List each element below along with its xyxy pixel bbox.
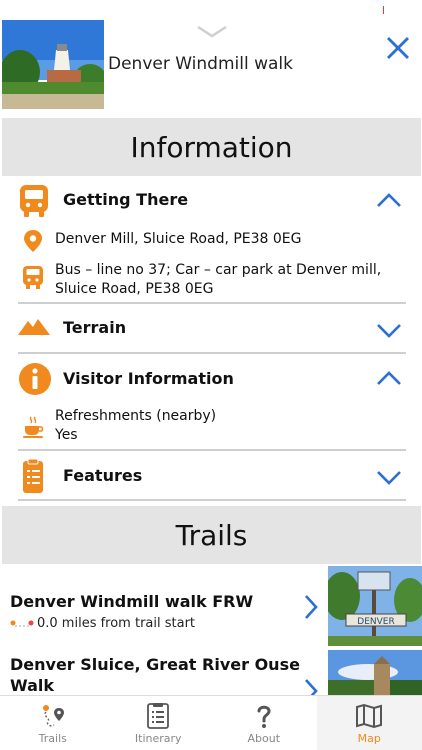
close-icon[interactable] bbox=[384, 34, 412, 62]
info-icon bbox=[19, 363, 51, 395]
itinerary-icon bbox=[147, 703, 170, 729]
tab-about[interactable]: About bbox=[211, 696, 317, 750]
chevron-down-icon[interactable] bbox=[376, 322, 402, 338]
location-pin-icon bbox=[24, 230, 42, 252]
visitor-information-label: Visitor Information bbox=[63, 369, 234, 388]
tab-trails[interactable]: Trails bbox=[0, 696, 106, 750]
coffee-cup-icon bbox=[23, 416, 44, 438]
drag-handle-icon[interactable] bbox=[196, 24, 228, 40]
trail-list-item[interactable]: Denver Windmill walk FRW 0.0 miles from … bbox=[0, 566, 422, 650]
svg-text:DENVER: DENVER bbox=[357, 617, 394, 627]
trail-thumbnail bbox=[328, 650, 422, 695]
divider bbox=[18, 499, 406, 501]
divider bbox=[18, 302, 406, 304]
map-icon bbox=[356, 703, 383, 729]
trail-name: Denver Sluice, Great River Ouse Walk bbox=[10, 655, 300, 695]
divider bbox=[18, 352, 406, 354]
bus-icon bbox=[20, 185, 48, 217]
address-text: Denver Mill, Sluice Road, PE38 0EG bbox=[55, 231, 302, 247]
status-strip bbox=[0, 0, 422, 20]
address-detail: Denver Mill, Sluice Road, PE38 0EG bbox=[22, 228, 402, 254]
tab-label: Itinerary bbox=[134, 732, 182, 745]
tab-label: About bbox=[247, 732, 281, 745]
trail-thumbnail: DENVER bbox=[328, 566, 422, 646]
route-pins-icon bbox=[10, 620, 34, 626]
bus-icon bbox=[23, 266, 43, 289]
trail-header: Denver Windmill walk bbox=[0, 20, 422, 112]
section-features[interactable]: Features bbox=[18, 457, 406, 495]
transport-detail: Bus – line no 37; Car – car park at Denv… bbox=[22, 261, 402, 301]
section-getting-there[interactable]: Getting There bbox=[18, 182, 406, 220]
chevron-right-icon[interactable] bbox=[303, 678, 319, 695]
divider bbox=[18, 449, 406, 451]
bottom-tab-bar: Trails Itinerary About Map bbox=[0, 695, 422, 750]
section-visitor-information[interactable]: Visitor Information bbox=[18, 360, 406, 398]
trail-distance-text: 0.0 miles from trail start bbox=[37, 616, 196, 631]
terrain-label: Terrain bbox=[63, 318, 127, 337]
section-terrain[interactable]: Terrain bbox=[18, 310, 406, 348]
tab-itinerary[interactable]: Itinerary bbox=[106, 696, 212, 750]
information-heading: Information bbox=[2, 118, 421, 176]
clipboard-icon bbox=[23, 458, 43, 493]
tab-map[interactable]: Map bbox=[316, 696, 422, 750]
question-mark-icon bbox=[257, 705, 271, 728]
windmill-thumbnail bbox=[2, 20, 104, 109]
chevron-up-icon[interactable] bbox=[376, 370, 402, 386]
chevron-right-icon[interactable] bbox=[303, 594, 319, 620]
refreshments-detail: Refreshments (nearby) Yes bbox=[22, 407, 402, 447]
trail-title: Denver Windmill walk bbox=[108, 54, 293, 74]
trail-list-item[interactable]: Denver Sluice, Great River Ouse Walk bbox=[0, 650, 422, 695]
trails-icon bbox=[42, 705, 64, 727]
trail-name: Denver Windmill walk FRW bbox=[10, 592, 254, 611]
tab-label: Trails bbox=[38, 732, 67, 745]
tab-label: Map bbox=[357, 732, 381, 745]
refreshments-label: Refreshments (nearby) bbox=[55, 408, 217, 424]
chevron-down-icon[interactable] bbox=[376, 469, 402, 485]
chevron-up-icon[interactable] bbox=[376, 192, 402, 208]
features-label: Features bbox=[63, 466, 143, 485]
transport-text: Bus – line no 37; Car – car park at Denv… bbox=[55, 262, 382, 297]
refreshments-value: Yes bbox=[55, 427, 78, 443]
status-indicator bbox=[383, 6, 384, 14]
getting-there-label: Getting There bbox=[63, 190, 189, 209]
mountain-icon bbox=[18, 319, 50, 335]
trails-heading: Trails bbox=[2, 506, 421, 564]
trail-distance: 0.0 miles from trail start bbox=[10, 616, 195, 631]
